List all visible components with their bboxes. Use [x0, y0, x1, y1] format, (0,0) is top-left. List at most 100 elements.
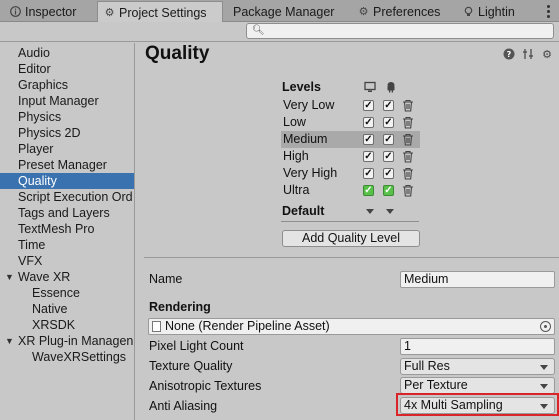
expand-arrow-icon[interactable]: ▼ [5, 269, 14, 285]
trash-icon[interactable] [402, 150, 414, 163]
sidebar-item-quality[interactable]: Quality [0, 173, 134, 189]
quality-level-row[interactable]: Low ✓ ✓ [281, 114, 420, 131]
sidebar-item-tags-and-layers[interactable]: Tags and Layers [0, 205, 134, 221]
android-checkbox[interactable]: ✓ [383, 117, 394, 128]
android-checkbox[interactable]: ✓ [383, 134, 394, 145]
sidebar-item-xrsdk[interactable]: XRSDK [0, 317, 134, 333]
tab-project-settings[interactable]: ⚙ Project Settings [97, 1, 223, 23]
tab-label: Package Manager [233, 4, 335, 19]
tab-lighting[interactable]: Lightin [457, 1, 541, 22]
desktop-checkbox[interactable]: ✓ [363, 117, 374, 128]
desktop-default-checkbox[interactable]: ✓ [363, 185, 374, 196]
sidebar-item-vfx[interactable]: VFX [0, 253, 134, 269]
tab-menu-icon[interactable] [541, 2, 555, 20]
divider [281, 221, 419, 222]
sidebar-item-input-manager[interactable]: Input Manager [0, 93, 134, 109]
sidebar-item-audio[interactable]: Audio [0, 45, 134, 61]
desktop-checkbox[interactable]: ✓ [363, 134, 374, 145]
sidebar-item-wavexrsettings[interactable]: WaveXRSettings [0, 349, 134, 365]
tab-label: Lightin [478, 4, 515, 19]
lighting-icon [463, 6, 474, 17]
tab-label: Project Settings [119, 5, 207, 20]
level-name: Medium [283, 132, 328, 146]
default-label: Default [282, 204, 325, 218]
anti-aliasing-label: Anti Aliasing [149, 399, 218, 413]
sidebar-item-wave-xr[interactable]: ▼ Wave XR [0, 269, 134, 285]
sidebar-item-native[interactable]: Native [0, 301, 134, 317]
levels-label: Levels [282, 80, 321, 94]
android-checkbox[interactable]: ✓ [383, 100, 394, 111]
quality-level-row[interactable]: Very High ✓ ✓ [281, 165, 420, 182]
sidebar-item-player[interactable]: Player [0, 141, 134, 157]
render-pipeline-field[interactable]: None (Render Pipeline Asset) [148, 318, 555, 335]
quality-level-row[interactable]: High ✓ ✓ [281, 148, 420, 165]
preset-icon[interactable] [522, 48, 534, 60]
sidebar-item-label: Wave XR [18, 270, 71, 284]
dropdown-value: Per Texture [404, 378, 468, 392]
object-picker-icon[interactable] [540, 321, 551, 332]
pixel-light-count-field[interactable]: 1 [400, 338, 555, 355]
android-default-checkbox[interactable]: ✓ [383, 185, 394, 196]
sidebar-item-script-execution-order[interactable]: Script Execution Ord [0, 189, 134, 205]
trash-icon[interactable] [402, 133, 414, 146]
rendering-header: Rendering [149, 300, 211, 314]
render-pipeline-value: None (Render Pipeline Asset) [165, 319, 330, 333]
help-icon[interactable]: ? [503, 48, 515, 60]
divider [144, 257, 559, 258]
info-icon [10, 6, 21, 17]
tab-label: Preferences [373, 4, 441, 19]
header-icons: ? ⚙ [503, 48, 553, 61]
sidebar-item-textmesh-pro[interactable]: TextMesh Pro [0, 221, 134, 237]
page-title: Quality [145, 43, 210, 64]
tab-preferences[interactable]: ⚙ Preferences [352, 1, 452, 22]
highlight-box [396, 393, 559, 416]
sidebar-item-preset-manager[interactable]: Preset Manager [0, 157, 134, 173]
pixel-light-count-label: Pixel Light Count [149, 339, 244, 353]
expand-arrow-icon[interactable]: ▼ [5, 333, 14, 349]
tab-label: Inspector [25, 4, 77, 19]
sidebar-item-physics-2d[interactable]: Physics 2D [0, 125, 134, 141]
android-default-dropdown-icon[interactable] [386, 209, 394, 214]
texture-quality-dropdown[interactable]: Full Res [400, 358, 555, 375]
sidebar-item-label: XR Plug-in Managen [18, 334, 134, 348]
quality-level-row[interactable]: Ultra ✓ ✓ [281, 182, 420, 199]
level-name: High [283, 149, 309, 163]
level-name: Very Low [283, 98, 335, 112]
desktop-platform-icon [364, 81, 376, 92]
name-field[interactable]: Medium [400, 271, 555, 288]
sidebar-item-editor[interactable]: Editor [0, 61, 134, 77]
desktop-checkbox[interactable]: ✓ [363, 100, 374, 111]
level-name: Low [283, 115, 306, 129]
gear-icon[interactable]: ⚙ [541, 48, 553, 61]
desktop-default-dropdown-icon[interactable] [366, 209, 374, 214]
trash-icon[interactable] [402, 116, 414, 129]
anisotropic-textures-dropdown[interactable]: Per Texture [400, 377, 555, 394]
sidebar-item-xr-plugin-management[interactable]: ▼ XR Plug-in Managen [0, 333, 134, 349]
quality-settings-panel: Quality ? ⚙ Levels Very Low ✓ ✓ Low ✓ ✓ … [136, 43, 559, 420]
svg-text:?: ? [507, 50, 512, 59]
gear-icon: ⚙ [358, 6, 369, 18]
quality-level-row[interactable]: Very Low ✓ ✓ [281, 97, 420, 114]
android-checkbox[interactable]: ✓ [383, 168, 394, 179]
tab-package-manager[interactable]: Package Manager [227, 1, 347, 22]
android-checkbox[interactable]: ✓ [383, 151, 394, 162]
trash-icon[interactable] [402, 184, 414, 197]
add-quality-level-button[interactable]: Add Quality Level [282, 230, 420, 247]
name-label: Name [149, 272, 183, 286]
trash-icon[interactable] [402, 99, 414, 112]
sidebar-item-graphics[interactable]: Graphics [0, 77, 134, 93]
trash-icon[interactable] [402, 167, 414, 180]
quality-level-row-selected[interactable]: Medium ✓ ✓ [281, 131, 420, 148]
android-platform-icon [387, 82, 395, 93]
desktop-checkbox[interactable]: ✓ [363, 168, 374, 179]
asset-icon [152, 321, 161, 332]
tab-inspector[interactable]: Inspector [4, 1, 92, 22]
chevron-down-icon [540, 365, 548, 370]
desktop-checkbox[interactable]: ✓ [363, 151, 374, 162]
search-input[interactable]: 🔍︎ [246, 23, 554, 39]
chevron-down-icon [540, 384, 548, 389]
sidebar-item-essence[interactable]: Essence [0, 285, 134, 301]
sidebar-item-time[interactable]: Time [0, 237, 134, 253]
sidebar-item-physics[interactable]: Physics [0, 109, 134, 125]
search-row: 🔍︎ [0, 22, 559, 42]
